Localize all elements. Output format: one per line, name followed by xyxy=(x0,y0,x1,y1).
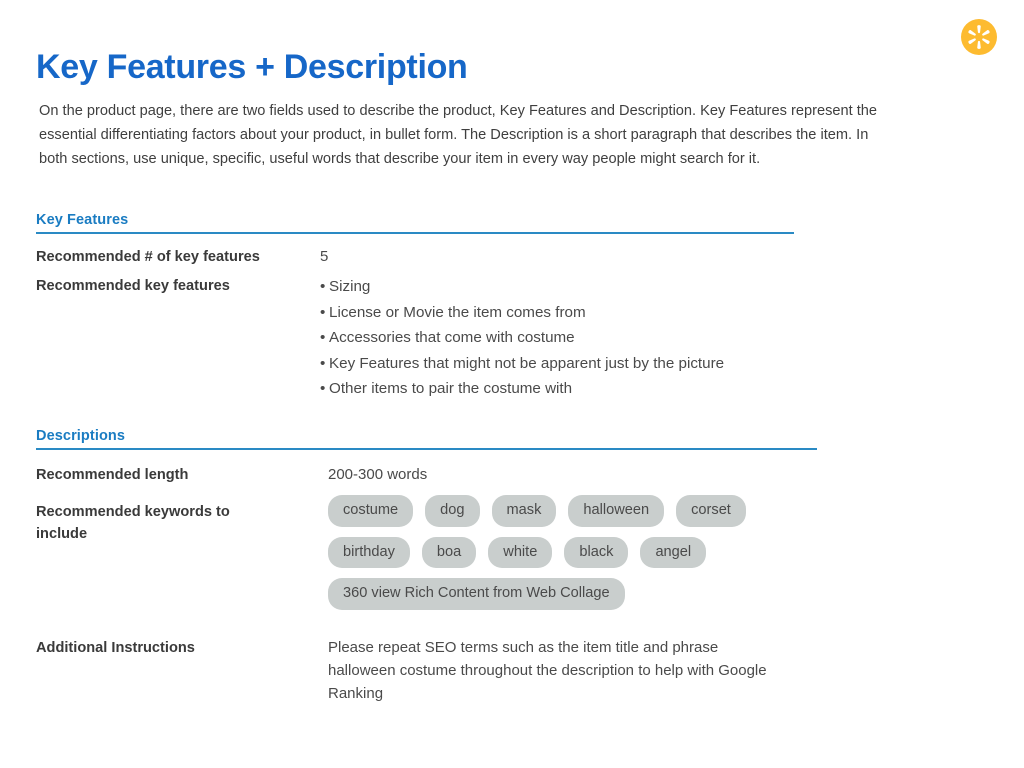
section-divider-key-features xyxy=(36,232,794,234)
key-features-list: • Sizing • License or Movie the item comes… xyxy=(320,274,724,402)
keyword-pill-group: costume dog mask halloween corset birthd… xyxy=(328,495,848,620)
bullet-icon: • xyxy=(320,380,326,397)
value-recommended-count: 5 xyxy=(320,248,329,265)
keyword-pill-row: 360 view Rich Content from Web Collage xyxy=(328,578,848,610)
bullet-icon: • xyxy=(320,303,326,321)
list-item: • License or Movie the item comes from xyxy=(320,300,724,326)
bullet-icon: • xyxy=(320,354,326,372)
keyword-pill[interactable]: boa xyxy=(421,536,477,569)
value-additional-instructions: Please repeat SEO terms such as the item… xyxy=(328,639,767,702)
list-item-label: Sizing xyxy=(329,278,371,295)
keyword-pill-row: birthday boa white black angel xyxy=(328,536,848,569)
list-item-label: Key Features that might not be apparent … xyxy=(329,354,725,372)
intro-paragraph: On the product page, there are two field… xyxy=(39,103,877,167)
keyword-pill[interactable]: black xyxy=(564,536,629,569)
bullet-icon: • xyxy=(320,278,326,295)
section-heading-key-features: Key Features xyxy=(36,212,129,228)
page-title: Key Features + Description xyxy=(36,48,468,86)
keyword-pill[interactable]: angel xyxy=(640,536,707,569)
keyword-pill[interactable]: corset xyxy=(676,495,746,527)
section-divider-descriptions xyxy=(36,448,817,450)
walmart-spark-icon xyxy=(961,19,997,55)
keyword-pill[interactable]: dog xyxy=(425,495,480,527)
label-recommended-count: Recommended # of key features xyxy=(36,249,260,265)
keyword-pill[interactable]: 360 view Rich Content from Web Collage xyxy=(328,578,625,610)
keyword-pill[interactable]: halloween xyxy=(568,495,665,527)
label-recommended-length: Recommended length xyxy=(36,467,189,483)
list-item: • Sizing xyxy=(320,274,724,300)
value-recommended-length: 200-300 words xyxy=(328,466,428,483)
keyword-pill[interactable]: costume xyxy=(328,495,414,527)
keyword-pill[interactable]: birthday xyxy=(328,536,410,569)
list-item: • Other items to pair the costume with xyxy=(320,376,724,402)
list-item-label: Other items to pair the costume with xyxy=(329,380,573,397)
keyword-pill[interactable]: mask xyxy=(491,495,557,527)
label-additional-instructions: Additional Instructions xyxy=(36,640,195,656)
bullet-icon: • xyxy=(320,329,326,346)
label-recommended-keywords: Recommended keywords to include xyxy=(36,504,230,542)
section-heading-descriptions: Descriptions xyxy=(36,428,126,444)
keyword-pill[interactable]: white xyxy=(488,536,553,569)
list-item: • Key Features that might not be apparent… xyxy=(320,351,724,377)
label-recommended-features: Recommended key features xyxy=(36,278,230,294)
keyword-pill-row: costume dog mask halloween corset xyxy=(328,495,848,527)
list-item: • Accessories that come with costume xyxy=(320,325,724,351)
list-item-label: License or Movie the item comes from xyxy=(329,303,586,321)
list-item-label: Accessories that come with costume xyxy=(329,329,575,346)
